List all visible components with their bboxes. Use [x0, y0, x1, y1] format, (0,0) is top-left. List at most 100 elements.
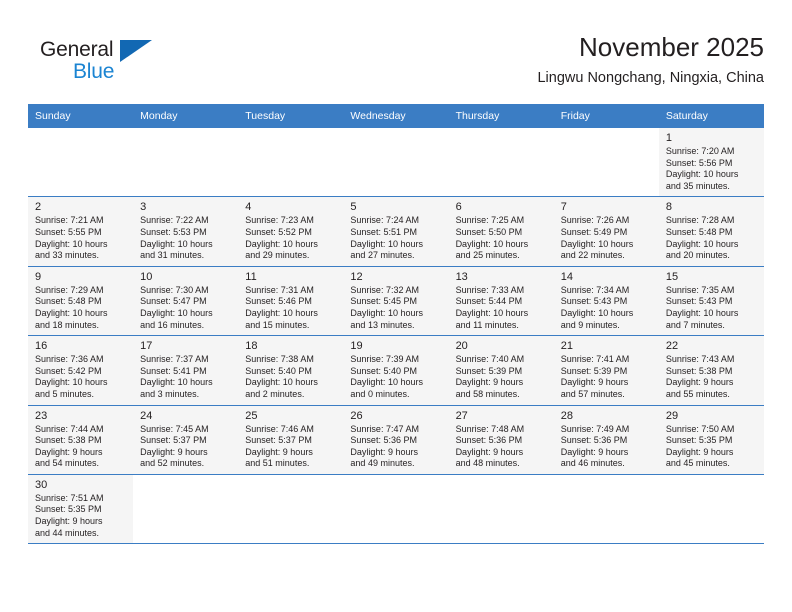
sun-info-line: Daylight: 10 hours	[140, 238, 213, 249]
sun-info: Sunrise: 7:38 AM Sunset: 5:40 PM Daylight:…	[245, 354, 337, 400]
sun-info-line: Sunset: 5:41 PM	[140, 365, 207, 376]
sun-info-line: Daylight: 9 hours	[35, 516, 103, 527]
sun-info: Sunrise: 7:36 AM Sunset: 5:42 PM Daylight:…	[35, 354, 127, 400]
sun-info: Sunrise: 7:21 AM Sunset: 5:55 PM Daylight:…	[35, 215, 127, 261]
day-cell-content	[449, 128, 554, 196]
sun-info-line: and 44 minutes.	[35, 527, 100, 538]
calendar-empty-cell	[238, 474, 344, 545]
sun-info: Sunrise: 7:28 AM Sunset: 5:48 PM Daylight:…	[666, 215, 758, 261]
calendar-empty-cell	[658, 474, 764, 545]
calendar-day-cell[interactable]: 2 Sunrise: 7:21 AM Sunset: 5:55 PM Daylight…	[28, 196, 134, 267]
calendar-week-row: 2 Sunrise: 7:21 AM Sunset: 5:55 PM Daylight…	[28, 196, 764, 267]
sun-info: Sunrise: 7:29 AM Sunset: 5:48 PM Daylight:…	[35, 285, 127, 331]
day-cell-content: 12 Sunrise: 7:32 AM Sunset: 5:45 PM Dayligh…	[343, 267, 448, 335]
sun-info-line: Sunrise: 7:35 AM	[665, 284, 735, 295]
calendar-day-cell[interactable]: 14 Sunrise: 7:34 AM Sunset: 5:43 PM Dayligh…	[553, 266, 659, 337]
sun-info-line: Sunset: 5:36 PM	[560, 435, 628, 446]
calendar-day-cell[interactable]: 21 Sunrise: 7:41 AM Sunset: 5:39 PM Dayligh…	[553, 335, 659, 406]
day-number: 19	[350, 340, 363, 353]
calendar-day-cell[interactable]: 20 Sunrise: 7:40 AM Sunset: 5:39 PM Dayligh…	[448, 335, 554, 406]
day-number: 21	[560, 340, 573, 353]
sun-info-line: Sunrise: 7:26 AM	[560, 215, 630, 226]
sun-info-line: Sunrise: 7:32 AM	[350, 284, 419, 295]
calendar-day-cell[interactable]: 27 Sunrise: 7:48 AM Sunset: 5:36 PM Dayligh…	[448, 405, 554, 475]
calendar-day-cell[interactable]: 30 Sunrise: 7:51 AM Sunset: 5:35 PM Dayligh…	[28, 474, 134, 545]
calendar-day-cell[interactable]: 13 Sunrise: 7:33 AM Sunset: 5:44 PM Dayligh…	[448, 266, 554, 337]
day-number: 25	[245, 409, 258, 422]
sun-info-line: Sunset: 5:37 PM	[140, 435, 207, 446]
calendar-day-cell[interactable]: 26 Sunrise: 7:47 AM Sunset: 5:36 PM Dayligh…	[343, 405, 449, 475]
general-blue-logo[interactable]: General Blue	[40, 38, 160, 90]
sun-info-line: and 13 minutes.	[350, 319, 415, 330]
calendar-day-cell[interactable]: 9 Sunrise: 7:29 AM Sunset: 5:48 PM Daylight…	[28, 266, 134, 337]
calendar-day-cell[interactable]: 22 Sunrise: 7:43 AM Sunset: 5:38 PM Dayligh…	[658, 335, 764, 406]
day-cell-content: 3 Sunrise: 7:22 AM Sunset: 5:53 PM Daylight…	[133, 197, 238, 265]
sun-info-line: and 58 minutes.	[455, 388, 520, 399]
sun-info-line: and 51 minutes.	[245, 458, 310, 469]
calendar-day-cell[interactable]: 11 Sunrise: 7:31 AM Sunset: 5:46 PM Dayligh…	[238, 266, 344, 337]
sun-info: Sunrise: 7:22 AM Sunset: 5:53 PM Daylight:…	[140, 215, 232, 261]
day-number: 9	[35, 270, 42, 283]
calendar-day-cell[interactable]: 1 Sunrise: 7:20 AM Sunset: 5:56 PM Daylight…	[658, 128, 764, 198]
sun-info-line: Sunset: 5:46 PM	[245, 296, 312, 307]
calendar-day-cell[interactable]: 3 Sunrise: 7:22 AM Sunset: 5:53 PM Daylight…	[133, 196, 239, 267]
sun-info-line: Sunset: 5:48 PM	[35, 296, 102, 307]
calendar-day-cell[interactable]: 15 Sunrise: 7:35 AM Sunset: 5:43 PM Dayligh…	[658, 266, 764, 337]
calendar-day-cell[interactable]: 17 Sunrise: 7:37 AM Sunset: 5:41 PM Dayligh…	[133, 335, 239, 406]
calendar-day-cell[interactable]: 28 Sunrise: 7:49 AM Sunset: 5:36 PM Dayligh…	[553, 405, 659, 475]
calendar-day-cell[interactable]: 23 Sunrise: 7:44 AM Sunset: 5:38 PM Dayligh…	[28, 405, 134, 475]
calendar-day-cell[interactable]: 29 Sunrise: 7:50 AM Sunset: 5:35 PM Dayligh…	[658, 405, 764, 475]
calendar-day-cell[interactable]: 5 Sunrise: 7:24 AM Sunset: 5:51 PM Daylight…	[343, 196, 449, 267]
sun-info: Sunrise: 7:26 AM Sunset: 5:49 PM Daylight:…	[561, 215, 653, 261]
sun-info-line: Sunset: 5:48 PM	[665, 226, 733, 237]
calendar-day-cell[interactable]: 4 Sunrise: 7:23 AM Sunset: 5:52 PM Daylight…	[238, 196, 344, 267]
sun-info-line: and 52 minutes.	[140, 458, 205, 469]
sun-info-line: Sunrise: 7:23 AM	[245, 215, 314, 226]
sun-info-line: Sunrise: 7:30 AM	[140, 284, 209, 295]
day-cell-content: 24 Sunrise: 7:45 AM Sunset: 5:37 PM Dayligh…	[133, 406, 238, 474]
sun-info-line: Sunset: 5:45 PM	[350, 296, 417, 307]
day-number: 15	[665, 270, 679, 283]
day-cell-content: 29 Sunrise: 7:50 AM Sunset: 5:35 PM Dayligh…	[659, 406, 764, 474]
day-cell-content	[238, 475, 343, 543]
day-cell-content	[238, 128, 343, 196]
sun-info-line: Daylight: 10 hours	[665, 238, 739, 249]
sun-info-line: Sunrise: 7:49 AM	[560, 423, 630, 434]
sun-info-line: Sunrise: 7:38 AM	[245, 354, 314, 365]
day-number: 5	[350, 201, 357, 214]
day-number: 10	[140, 270, 153, 283]
sun-info-line: Daylight: 9 hours	[245, 446, 313, 457]
calendar-day-cell[interactable]: 16 Sunrise: 7:36 AM Sunset: 5:42 PM Dayligh…	[28, 335, 134, 406]
day-cell-content	[28, 128, 133, 196]
calendar-day-cell[interactable]: 25 Sunrise: 7:46 AM Sunset: 5:37 PM Dayligh…	[238, 405, 344, 475]
sun-info: Sunrise: 7:39 AM Sunset: 5:40 PM Daylight:…	[350, 354, 442, 400]
weekday-headers: Sunday Monday Tuesday Wednesday Thursday Frid…	[28, 104, 764, 128]
sun-info-line: Daylight: 10 hours	[140, 307, 213, 318]
sun-info-line: Sunset: 5:47 PM	[140, 296, 207, 307]
sun-info-line: Sunset: 5:43 PM	[665, 296, 733, 307]
sun-info-line: and 22 minutes.	[560, 250, 625, 261]
day-cell-content: 19 Sunrise: 7:39 AM Sunset: 5:40 PM Dayligh…	[343, 336, 448, 404]
calendar-day-cell[interactable]: 24 Sunrise: 7:45 AM Sunset: 5:37 PM Dayligh…	[133, 405, 239, 475]
sun-info-line: and 16 minutes.	[140, 319, 205, 330]
sun-info-line: Sunrise: 7:37 AM	[140, 354, 209, 365]
sun-info: Sunrise: 7:37 AM Sunset: 5:41 PM Daylight:…	[140, 354, 232, 400]
calendar-day-cell[interactable]: 10 Sunrise: 7:30 AM Sunset: 5:47 PM Dayligh…	[133, 266, 239, 337]
sun-info: Sunrise: 7:43 AM Sunset: 5:38 PM Daylight:…	[666, 354, 758, 400]
calendar-day-cell[interactable]: 18 Sunrise: 7:38 AM Sunset: 5:40 PM Dayligh…	[238, 335, 344, 406]
calendar-day-cell[interactable]: 8 Sunrise: 7:28 AM Sunset: 5:48 PM Daylight…	[658, 196, 764, 267]
day-cell-content: 26 Sunrise: 7:47 AM Sunset: 5:36 PM Dayligh…	[343, 406, 448, 474]
sun-info-line: and 5 minutes.	[35, 388, 95, 399]
sun-info: Sunrise: 7:49 AM Sunset: 5:36 PM Daylight:…	[561, 424, 653, 470]
sun-info-line: and 29 minutes.	[245, 250, 310, 261]
sun-info-line: Daylight: 9 hours	[455, 377, 524, 388]
day-cell-content: 15 Sunrise: 7:35 AM Sunset: 5:43 PM Dayligh…	[659, 267, 764, 335]
day-cell-content: 25 Sunrise: 7:46 AM Sunset: 5:37 PM Dayligh…	[238, 406, 343, 474]
calendar-day-cell[interactable]: 19 Sunrise: 7:39 AM Sunset: 5:40 PM Dayligh…	[343, 335, 449, 406]
calendar-day-cell[interactable]: 7 Sunrise: 7:26 AM Sunset: 5:49 PM Daylight…	[553, 196, 659, 267]
title-block: November 2025 Lingwu Nongchang, Ningxia,…	[537, 30, 764, 89]
sun-info: Sunrise: 7:44 AM Sunset: 5:38 PM Daylight:…	[35, 424, 127, 470]
calendar-day-cell[interactable]: 6 Sunrise: 7:25 AM Sunset: 5:50 PM Daylight…	[448, 196, 554, 267]
sun-info-line: Sunset: 5:42 PM	[35, 365, 102, 376]
calendar-day-cell[interactable]: 12 Sunrise: 7:32 AM Sunset: 5:45 PM Dayligh…	[343, 266, 449, 337]
